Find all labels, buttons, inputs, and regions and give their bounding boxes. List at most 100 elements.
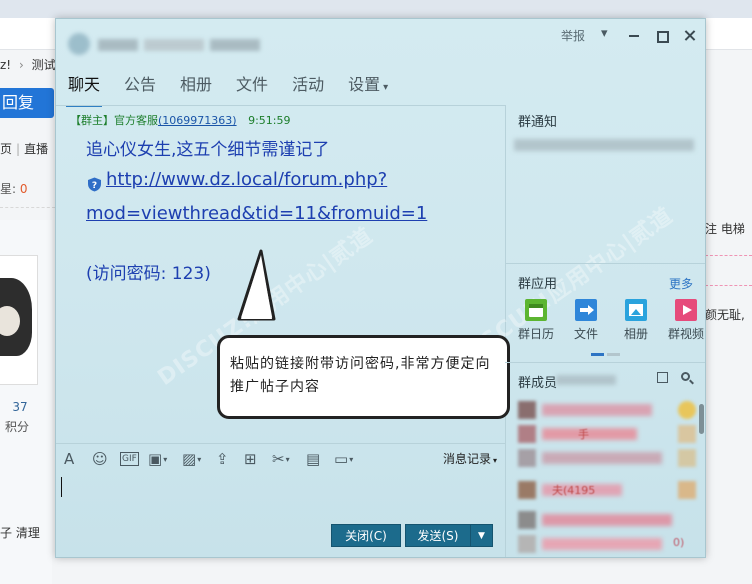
app-label: 文件 xyxy=(573,327,598,341)
divider xyxy=(705,255,752,256)
text-caret xyxy=(61,477,62,497)
subnav-item[interactable]: 直播 xyxy=(24,142,48,156)
post-count[interactable]: 37 xyxy=(8,400,32,414)
sender-role: 【群主】 xyxy=(70,114,114,127)
scissors-icon[interactable]: ✂ ▾ xyxy=(272,450,306,468)
message-title: 追心仪女生,这五个细节需谨记了 xyxy=(86,140,330,160)
avatar xyxy=(518,425,536,443)
breadcrumb-item[interactable]: 测试 xyxy=(32,56,56,73)
album-icon xyxy=(625,299,647,321)
minimize-icon[interactable] xyxy=(627,29,641,43)
gif-label: GIF xyxy=(120,452,139,466)
file-share-icon xyxy=(575,299,597,321)
callout-bubble: 粘贴的链接附带访问密码,非常方便定向推广帖子内容 xyxy=(217,335,510,419)
badge-icon xyxy=(678,481,696,499)
chevron-down-icon: ▾ xyxy=(383,82,389,93)
avatar xyxy=(518,535,536,553)
report-button[interactable]: 举报 xyxy=(561,27,585,44)
avatar xyxy=(518,481,536,499)
divider xyxy=(505,263,705,264)
member-name: 0) xyxy=(673,536,685,549)
input-toolbar: A ☺ GIF ▣ ▾ ▨ ▾ ⇪ ⊞ ✂ ▾ ▤ ▭ ▾ 消息记录 ▾ xyxy=(56,443,505,471)
message-time: 9:51:59 xyxy=(248,114,291,127)
group-apps-title: 群应用 xyxy=(518,277,558,292)
gift-icon[interactable]: ⊞ xyxy=(244,450,272,468)
tab-files[interactable]: 文件 xyxy=(224,73,280,103)
app-files[interactable]: 文件 xyxy=(561,299,611,342)
breadcrumb: z! › 测试 xyxy=(0,56,60,84)
more-apps-link[interactable]: 更多 xyxy=(669,275,693,292)
message-header: 【群主】官方客服(1069971363) 9:51:59 xyxy=(70,112,290,128)
screen-icon[interactable]: ▭ ▾ xyxy=(334,450,368,468)
upload-icon[interactable]: ⇪ xyxy=(216,450,244,468)
chat-tabs: 聊天 公告 相册 文件 活动 设置 ▾ xyxy=(56,73,400,107)
tab-chat[interactable]: 聊天 xyxy=(56,73,112,107)
send-button[interactable]: 发送(S) xyxy=(405,524,471,547)
forum-subnav: 页 | 直播 xyxy=(0,140,48,157)
chevron-down-icon: ▾ xyxy=(492,456,497,465)
member-name: 手 xyxy=(578,428,589,441)
app-album[interactable]: 相册 xyxy=(611,299,661,342)
divider xyxy=(505,362,705,363)
chevron-down-icon: ▾ xyxy=(163,454,168,464)
members-tools xyxy=(656,371,694,385)
clean-text[interactable]: 子 清理 xyxy=(0,524,40,541)
sender-name[interactable]: 官方客服 xyxy=(114,114,158,127)
divider xyxy=(0,207,55,208)
apps-pager[interactable] xyxy=(591,353,621,356)
member-name-blurred xyxy=(542,404,652,416)
font-icon[interactable]: A xyxy=(64,450,92,468)
member-list-icon[interactable] xyxy=(656,371,670,385)
tab-settings[interactable]: 设置 ▾ xyxy=(336,73,400,103)
breadcrumb-item[interactable]: z! xyxy=(0,58,11,72)
app-label: 相册 xyxy=(623,327,648,341)
group-apps: 群日历 文件 相册 群视频 xyxy=(511,299,705,342)
close-button[interactable]: 关闭(C) xyxy=(331,524,401,547)
author-avatar[interactable] xyxy=(0,255,38,385)
tab-settings-label: 设置 xyxy=(348,75,381,94)
members-scrollbar[interactable] xyxy=(699,404,704,434)
tab-notice[interactable]: 公告 xyxy=(112,73,168,103)
chevron-down-icon[interactable] xyxy=(599,26,613,43)
message-password: (访问密码: 123) xyxy=(86,264,211,284)
window-controls: 举报 xyxy=(561,26,697,44)
app-video[interactable]: 群视频 xyxy=(661,299,705,342)
sticker-icon[interactable]: ▣ ▾ xyxy=(148,450,182,468)
tab-activity[interactable]: 活动 xyxy=(280,73,336,103)
history-label: 消息记录 xyxy=(442,452,491,466)
message-history-button[interactable]: 消息记录 ▾ xyxy=(443,450,497,467)
image-icon[interactable]: ▨ ▾ xyxy=(182,450,216,468)
sender-id[interactable]: (1069971363) xyxy=(158,114,237,127)
divider xyxy=(705,285,752,286)
emoji-icon[interactable]: ☺ xyxy=(92,450,120,468)
search-icon[interactable] xyxy=(680,371,694,385)
stat-label: 星: xyxy=(0,182,17,196)
points-label: 积分 xyxy=(5,420,30,434)
tab-album[interactable]: 相册 xyxy=(168,73,224,103)
close-icon[interactable] xyxy=(683,29,697,43)
notice-text-blurred xyxy=(514,139,694,151)
message-link-continued[interactable]: mod=viewthread&tid=11&fromuid=1 xyxy=(86,203,427,224)
group-notice-title: 群通知 xyxy=(518,115,558,130)
avatar xyxy=(518,511,536,529)
subnav-item[interactable]: 页 xyxy=(0,142,12,156)
app-calendar[interactable]: 群日历 xyxy=(511,299,561,342)
forum-right-text: 颜无耻, xyxy=(705,308,745,322)
archive-icon[interactable]: ▤ xyxy=(306,450,334,468)
app-label: 群视频 xyxy=(667,327,704,341)
member-name: 夫(4195 xyxy=(552,484,596,497)
stat-value: 0 xyxy=(19,182,28,196)
reply-button[interactable]: 回复 xyxy=(0,88,54,118)
calendar-icon xyxy=(525,299,547,321)
avatar xyxy=(518,449,536,467)
shield-link-icon: ? xyxy=(88,177,101,192)
chevron-down-icon: ▾ xyxy=(285,454,290,464)
group-members-title: 群成员 xyxy=(518,376,558,391)
message-link[interactable]: http://www.dz.local/forum.php? xyxy=(106,169,387,190)
maximize-icon[interactable] xyxy=(655,29,669,43)
video-icon xyxy=(675,299,697,321)
badge-icon xyxy=(678,449,696,467)
gif-icon[interactable]: GIF xyxy=(120,450,148,468)
send-options-button[interactable]: ▼ xyxy=(470,524,493,547)
forum-right-text: 注 电梯 xyxy=(705,222,745,236)
